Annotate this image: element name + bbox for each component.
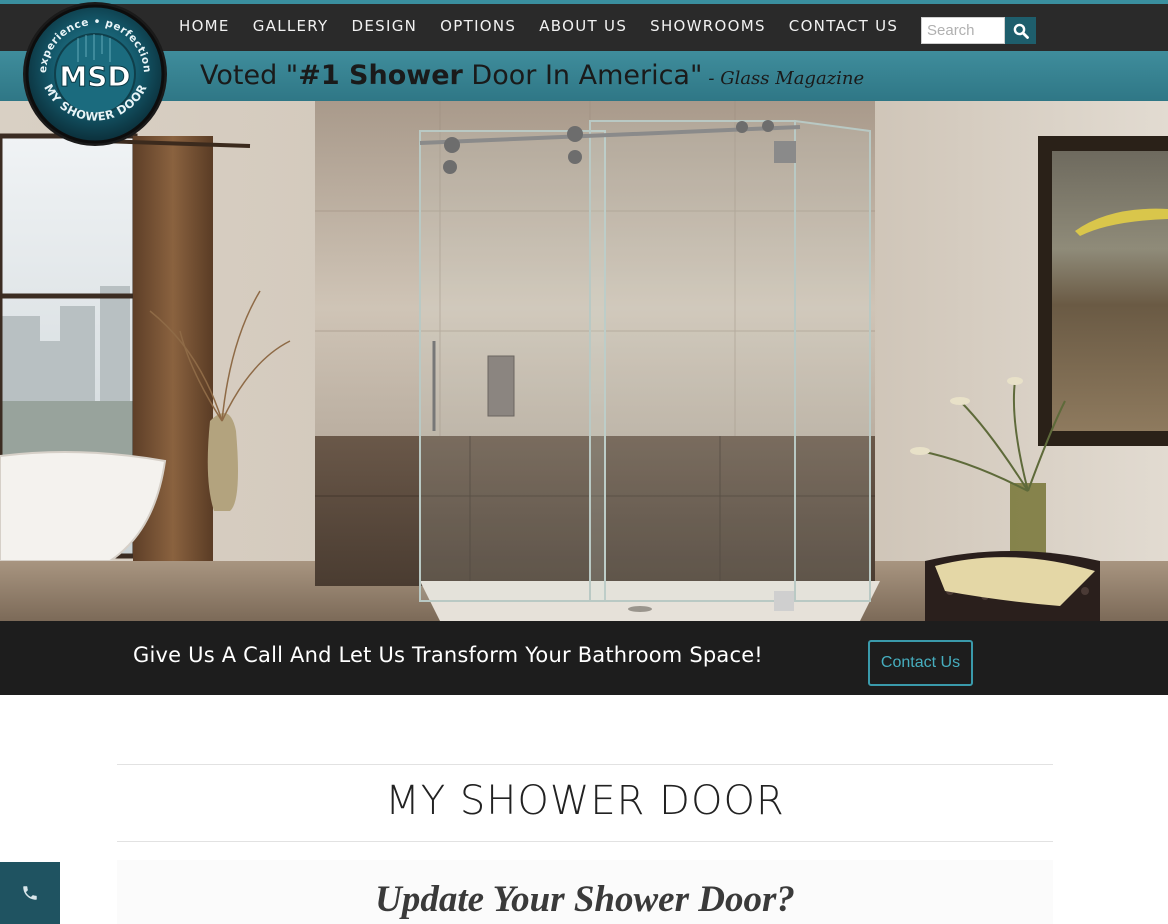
search-button[interactable] <box>1005 17 1036 44</box>
section-subtitle: Update Your Shower Door? <box>375 879 795 920</box>
nav-contact-us[interactable]: CONTACT US <box>789 17 898 35</box>
phone-button[interactable] <box>0 862 60 924</box>
phone-icon <box>23 886 37 900</box>
tagline-prefix: Voted " <box>200 60 299 91</box>
search-input[interactable] <box>921 17 1005 44</box>
nav-home[interactable]: HOME <box>179 17 230 35</box>
contact-us-button[interactable]: Contact Us <box>868 640 973 686</box>
tagline-band: Voted "#1 Shower Door In America" - Glass… <box>0 51 1168 101</box>
hero-image <box>0 101 1168 621</box>
divider-top <box>117 764 1053 765</box>
tagline-suffix: Door In America" <box>462 60 703 91</box>
nav-options[interactable]: OPTIONS <box>440 17 516 35</box>
search-icon <box>1013 23 1029 39</box>
tagline-source: - Glass Magazine <box>708 68 865 89</box>
top-nav-bar: HOME GALLERY DESIGN OPTIONS ABOUT US SHO… <box>0 0 1168 51</box>
divider-bottom <box>117 841 1053 842</box>
call-to-action-band: Give Us A Call And Let Us Transform Your… <box>0 621 1168 695</box>
main-nav: HOME GALLERY DESIGN OPTIONS ABOUT US SHO… <box>179 17 921 35</box>
tagline-highlight: #1 Shower <box>298 60 463 91</box>
tagline: Voted "#1 Shower Door In America" - Glass… <box>200 60 864 91</box>
nav-gallery[interactable]: GALLERY <box>253 17 329 35</box>
nav-design[interactable]: DESIGN <box>352 17 418 35</box>
nav-showrooms[interactable]: SHOWROOMS <box>650 17 766 35</box>
page-title: MY SHOWER DOOR <box>385 778 785 824</box>
logo-emblem: MSD experience • perfection MY SHOWER DO… <box>23 2 167 146</box>
site-logo[interactable]: MSD experience • perfection MY SHOWER DO… <box>18 2 173 147</box>
search-form <box>921 17 1036 44</box>
call-to-action-text: Give Us A Call And Let Us Transform Your… <box>133 643 763 667</box>
nav-about-us[interactable]: ABOUT US <box>539 17 627 35</box>
intro-panel: Update Your Shower Door? <box>117 860 1053 924</box>
logo-monogram: MSD <box>59 60 130 93</box>
